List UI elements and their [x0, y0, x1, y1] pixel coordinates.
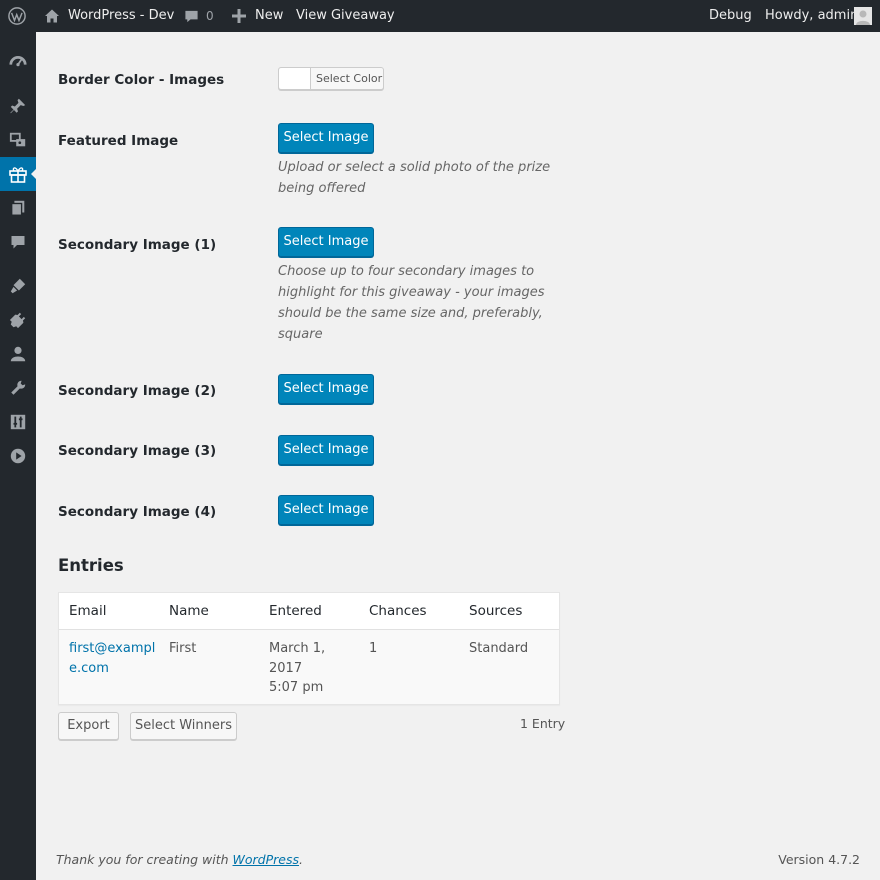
entry-chances-cell: 1 — [369, 641, 378, 656]
tools-icon[interactable] — [0, 371, 36, 405]
site-name-link[interactable]: WordPress - Dev — [68, 0, 174, 32]
entry-email-line-2[interactable]: e.com — [69, 661, 109, 676]
avatar[interactable] — [854, 7, 872, 25]
export-button[interactable]: Export — [58, 712, 119, 740]
featured-select-image-button[interactable]: Select Image — [278, 123, 374, 153]
secondary-image-2-label: Secondary Image (2) — [58, 383, 217, 399]
plus-icon — [232, 9, 246, 23]
new-link[interactable]: New — [255, 0, 283, 32]
secondary-image-1-label: Secondary Image (1) — [58, 237, 217, 253]
entry-sources-cell: Standard — [469, 641, 529, 656]
footer-wordpress-link[interactable]: WordPress — [233, 852, 299, 867]
secondary-image-3-label: Secondary Image (3) — [58, 443, 217, 459]
entries-table: Email Name Entered Chances Sources first… — [58, 592, 560, 705]
view-giveaway-link[interactable]: View Giveaway — [296, 0, 395, 32]
secondary-image-description: Choose up to four secondary images to hi… — [278, 264, 545, 342]
entry-entered-year: 2017 — [269, 660, 303, 676]
pages-icon[interactable] — [0, 191, 36, 225]
secondary-1-select-image-button[interactable]: Select Image — [278, 227, 374, 257]
color-swatch — [279, 68, 311, 89]
secondary-4-select-image-button[interactable]: Select Image — [278, 495, 374, 525]
wordpress-logo-icon[interactable] — [8, 7, 26, 25]
column-header-email: Email — [69, 603, 107, 619]
entry-email-link[interactable]: first@exampl e.com — [69, 641, 155, 676]
comments-count[interactable]: 0 — [206, 0, 214, 32]
main-content: Border Color - Images Select Color Featu… — [36, 32, 880, 880]
column-header-sources: Sources — [469, 603, 523, 619]
column-header-entered: Entered — [269, 603, 322, 619]
comments-icon[interactable] — [184, 9, 199, 25]
play-icon[interactable] — [0, 439, 36, 473]
comments-icon[interactable] — [0, 225, 36, 259]
footer-version: Version 4.7.2 — [778, 852, 860, 867]
settings-icon[interactable] — [0, 405, 36, 439]
select-color-button[interactable]: Select Color — [278, 67, 384, 90]
plugins-icon[interactable] — [0, 303, 36, 337]
appearance-icon[interactable] — [0, 269, 36, 303]
entry-entered-cell: March 1, 2017 5:07 pm — [269, 639, 325, 698]
footer-thanks-suffix: . — [299, 852, 303, 867]
secondary-image-4-label: Secondary Image (4) — [58, 504, 217, 520]
pin-icon[interactable] — [0, 89, 36, 123]
debug-link[interactable]: Debug — [709, 0, 752, 32]
select-winners-button[interactable]: Select Winners — [130, 712, 237, 740]
footer-thanks: Thank you for creating with WordPress. — [56, 852, 303, 867]
howdy-link[interactable]: Howdy, admin — [765, 0, 858, 32]
entry-entered-time: 5:07 pm — [269, 680, 324, 695]
secondary-2-select-image-button[interactable]: Select Image — [278, 374, 374, 404]
border-color-label: Border Color - Images — [58, 72, 225, 88]
entry-email-cell[interactable]: first@exampl e.com — [69, 639, 155, 678]
dashboard-icon[interactable] — [0, 44, 36, 78]
footer-thanks-prefix: Thank you for creating with — [56, 852, 233, 867]
home-icon — [44, 8, 60, 24]
column-header-chances: Chances — [369, 603, 427, 619]
admin-menu — [0, 32, 37, 880]
table-header-row: Email Name Entered Chances Sources — [59, 593, 559, 630]
column-header-name: Name — [169, 603, 209, 619]
entry-name-cell: First — [169, 641, 197, 656]
entries-title: Entries — [58, 556, 124, 575]
select-color-label: Select Color — [316, 72, 383, 85]
secondary-3-select-image-button[interactable]: Select Image — [278, 435, 374, 465]
users-icon[interactable] — [0, 337, 36, 371]
entry-entered-date: March 1, — [269, 641, 326, 656]
admin-bar: WordPress - Dev 0 New View Giveaway Debu… — [0, 0, 880, 32]
featured-image-label: Featured Image — [58, 133, 179, 149]
media-icon[interactable] — [0, 123, 36, 157]
featured-image-description: Upload or select a solid photo of the pr… — [278, 160, 551, 196]
entry-count: 1 Entry — [520, 716, 566, 731]
entry-email-line-1[interactable]: first@exampl — [69, 641, 155, 656]
table-row: first@exampl e.com First March 1, 2017 5:… — [59, 630, 559, 704]
gift-icon[interactable] — [0, 157, 37, 191]
